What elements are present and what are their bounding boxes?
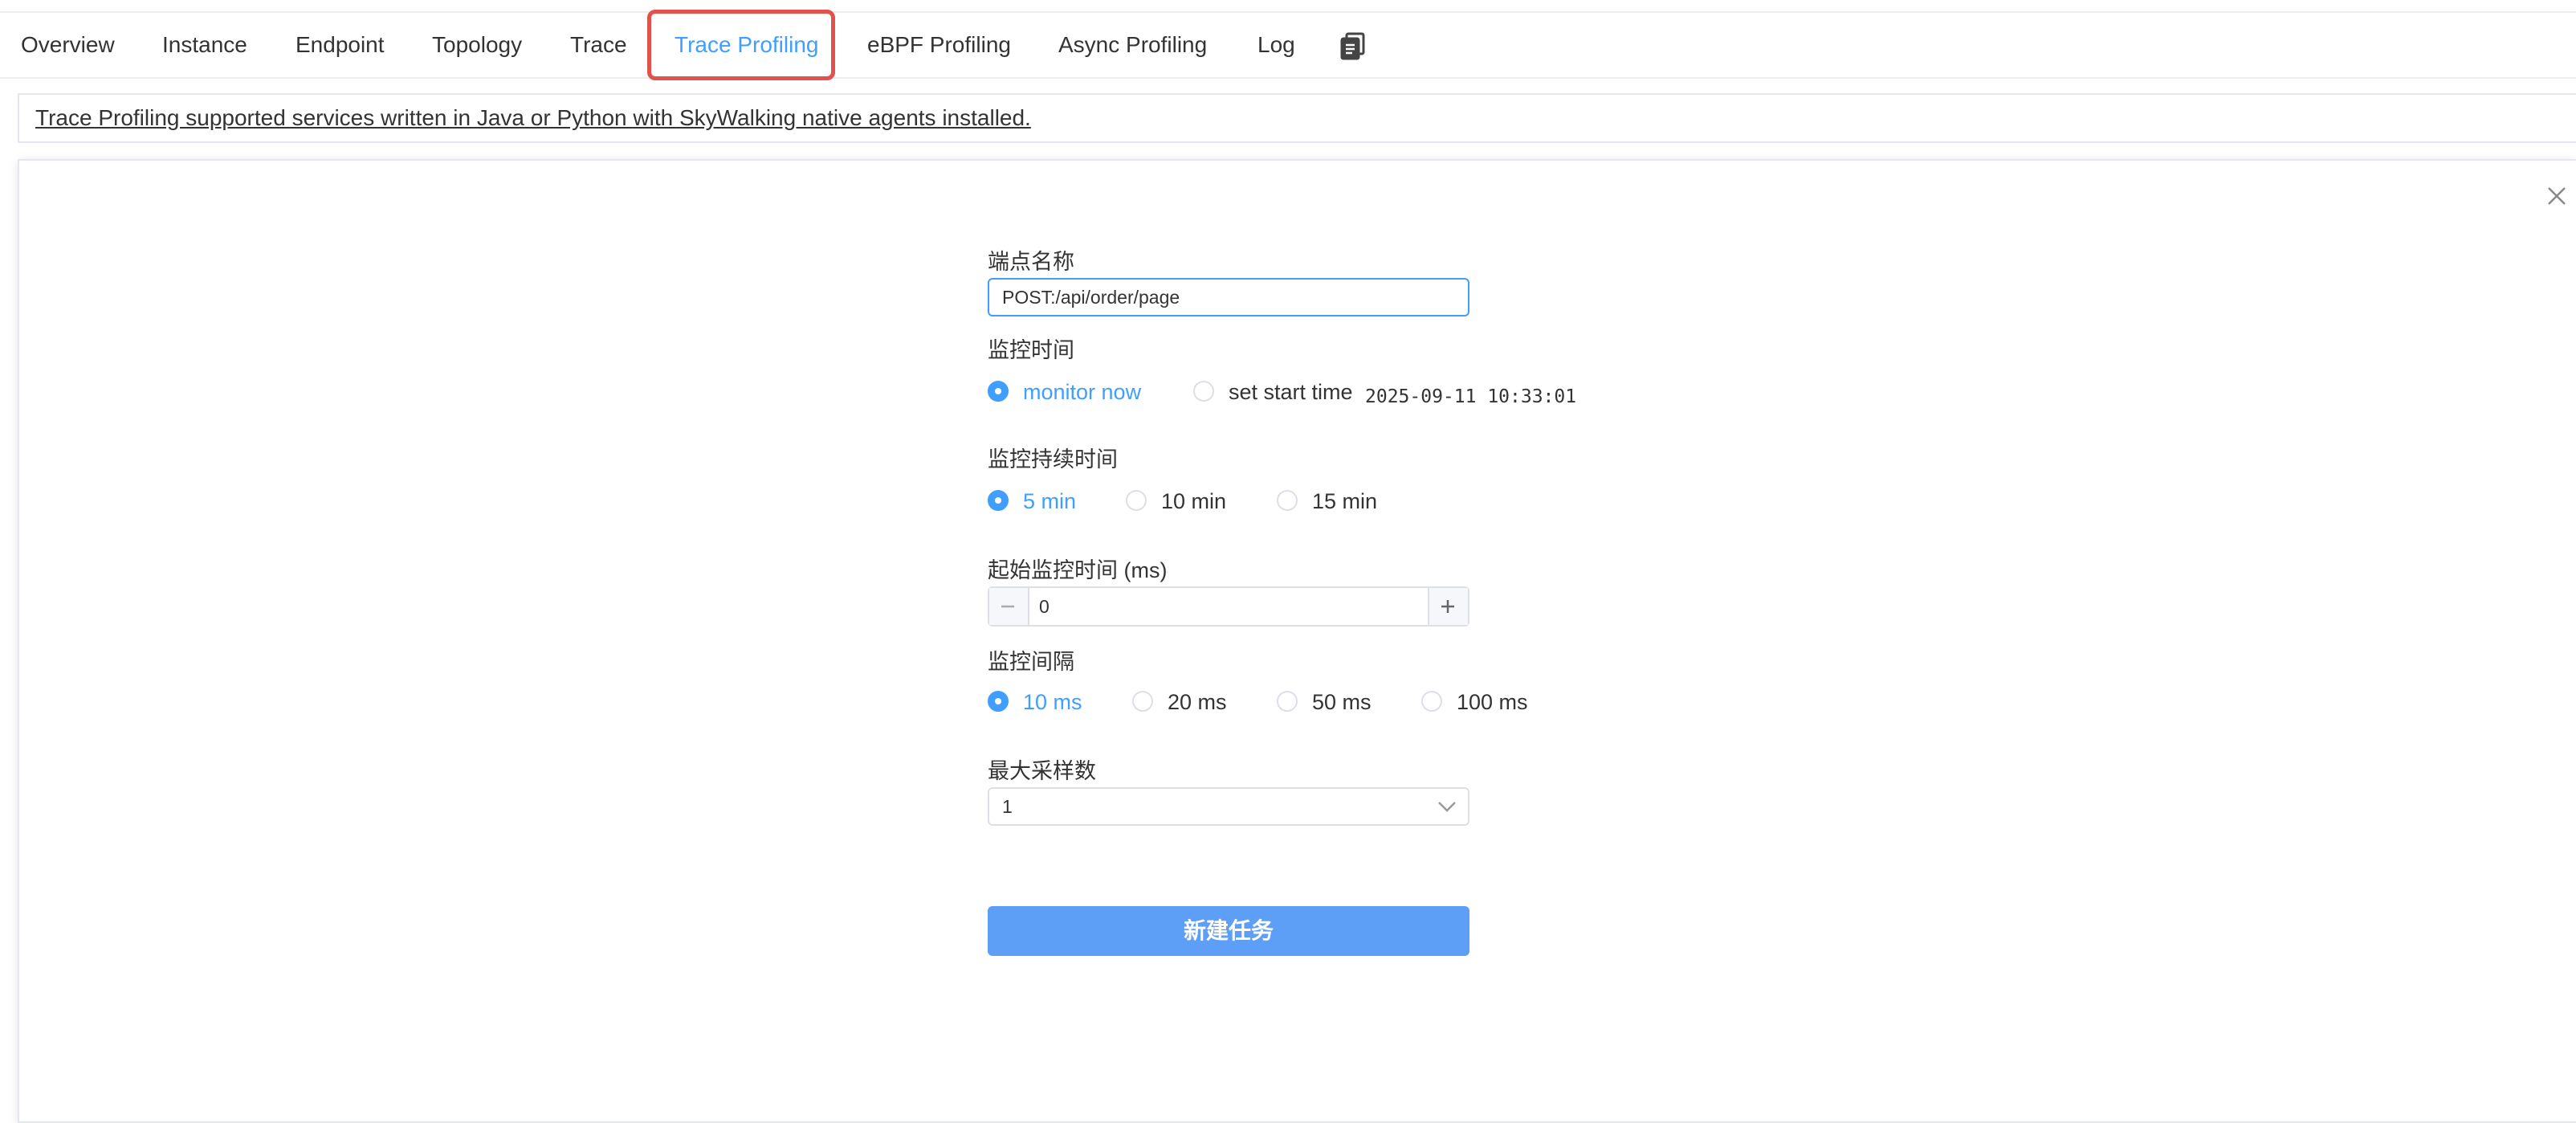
radio-label: 5 min: [1023, 489, 1077, 513]
tab-instance[interactable]: Instance: [162, 13, 247, 77]
endpoint-name-value: POST:/api/order/page: [1002, 287, 1180, 308]
radio-label: 100 ms: [1457, 690, 1528, 714]
tab-async-profiling[interactable]: Async Profiling: [1058, 13, 1207, 77]
increment-button[interactable]: [1428, 588, 1468, 625]
tab-trace-profiling[interactable]: Trace Profiling: [675, 13, 818, 77]
min-threshold-value: 0: [1039, 596, 1050, 617]
radio-label: 50 ms: [1312, 690, 1372, 714]
tab-endpoint[interactable]: Endpoint: [296, 13, 385, 77]
radio-dot: [988, 381, 1009, 402]
min-threshold-label: 起始监控时间 (ms): [988, 558, 1168, 582]
radio-dot: [1132, 691, 1153, 712]
minus-icon: [1001, 605, 1014, 608]
radio-label: 10 ms: [1023, 690, 1082, 714]
support-notice-text[interactable]: Trace Profiling supported services writt…: [35, 95, 1031, 141]
start-time-value: 2025-09-11 10:33:01: [1365, 386, 1577, 407]
radio-dot: [1277, 490, 1298, 511]
chevron-down-icon: [1438, 802, 1456, 812]
radio-dot: [1421, 691, 1442, 712]
radio-dot: [1277, 691, 1298, 712]
tab-trace[interactable]: Trace: [570, 13, 627, 77]
radio-dot: [988, 490, 1009, 511]
support-notice: Trace Profiling supported services writt…: [18, 93, 2576, 143]
radio-label: monitor now: [1023, 380, 1142, 404]
max-samples-label: 最大采样数: [988, 759, 1096, 783]
tab-topology[interactable]: Topology: [432, 13, 522, 77]
duration-label: 监控持续时间: [988, 447, 1118, 472]
close-icon[interactable]: [2545, 185, 2568, 207]
tab-bar: Overview Instance Endpoint Topology Trac…: [0, 10, 2576, 80]
tab-log[interactable]: Log: [1257, 13, 1295, 77]
max-samples-value: 1: [1002, 796, 1013, 817]
radio-dot: [1193, 381, 1214, 402]
create-task-button[interactable]: 新建任务: [988, 906, 1469, 956]
tab-overview[interactable]: Overview: [21, 13, 115, 77]
radio-label: set start time: [1229, 380, 1353, 404]
copy-icon[interactable]: [1339, 32, 1367, 61]
top-strip: [0, 0, 2576, 13]
min-threshold-stepper[interactable]: 0: [988, 586, 1469, 627]
max-samples-select[interactable]: 1: [988, 787, 1469, 826]
decrement-button[interactable]: [989, 588, 1029, 625]
monitor-time-label: 监控时间: [988, 338, 1074, 362]
plus-icon: [1441, 600, 1454, 613]
radio-label: 20 ms: [1168, 690, 1227, 714]
endpoint-name-input[interactable]: POST:/api/order/page: [988, 278, 1469, 316]
radio-label: 15 min: [1312, 489, 1378, 513]
radio-dot: [988, 691, 1009, 712]
interval-label: 监控间隔: [988, 650, 1074, 674]
tab-ebpf-profiling[interactable]: eBPF Profiling: [867, 13, 1011, 77]
radio-dot: [1126, 490, 1147, 511]
radio-label: 10 min: [1161, 489, 1227, 513]
endpoint-name-label: 端点名称: [988, 250, 1074, 274]
